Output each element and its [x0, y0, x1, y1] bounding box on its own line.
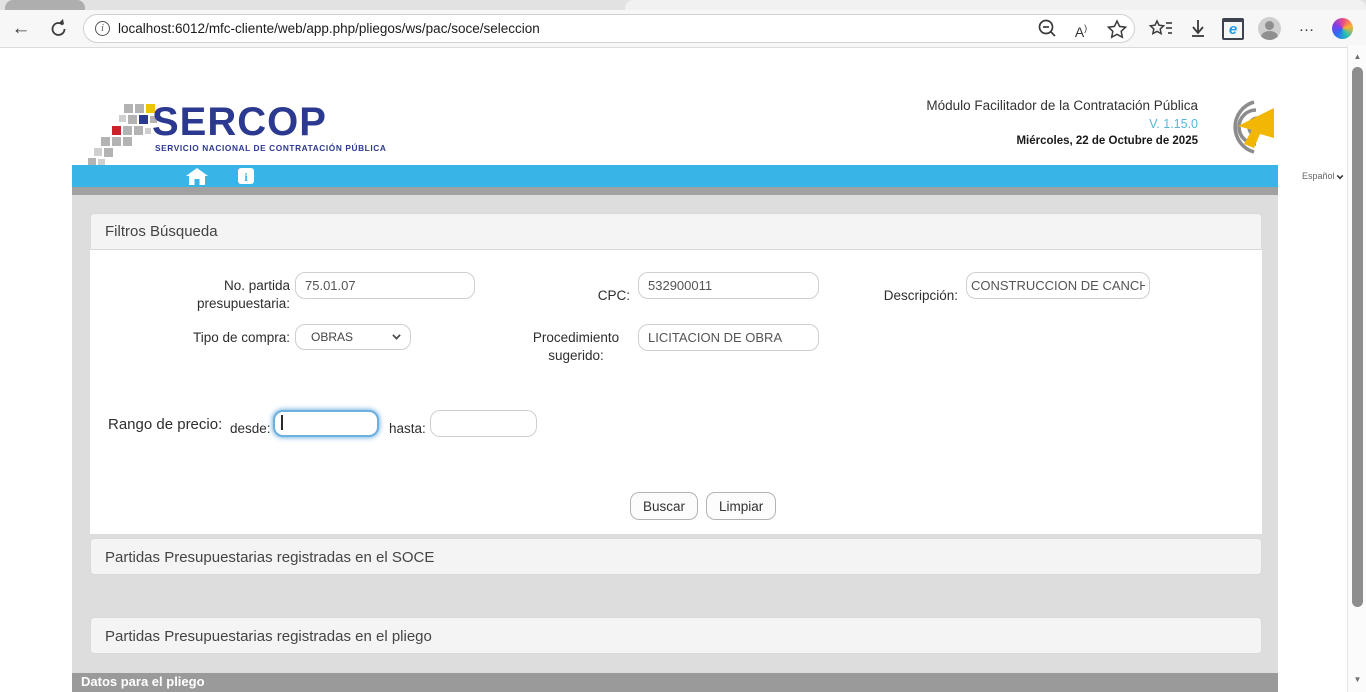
procedimiento-label: Procedimiento sugerido: [520, 329, 632, 365]
ie-mode-icon[interactable]: e [1222, 18, 1244, 40]
desde-wrap [273, 410, 379, 437]
address-bar[interactable]: i localhost:6012/mfc-cliente/web/app.php… [83, 14, 1135, 43]
module-header-text: Módulo Facilitador de la Contratación Pú… [848, 98, 1198, 147]
tipo-compra-value: OBRAS [311, 330, 353, 344]
module-title: Módulo Facilitador de la Contratación Pú… [848, 98, 1198, 113]
hasta-label: hasta: [389, 420, 426, 438]
browser-toolbar: ← i localhost:6012/mfc-cliente/web/app.p… [0, 10, 1366, 48]
scroll-thumb[interactable] [1352, 67, 1363, 607]
partida-label: No. partida presupuestaria: [180, 277, 290, 313]
home-button[interactable] [186, 168, 210, 185]
section-soce-header[interactable]: Partidas Presupuestarias registradas en … [90, 538, 1262, 575]
back-button[interactable]: ← [8, 10, 34, 48]
chevron-down-icon [392, 331, 400, 339]
sercop-wordmark: SERCOP [152, 100, 327, 145]
profile-avatar[interactable] [1258, 17, 1281, 40]
page-info-icon[interactable]: i [95, 21, 110, 36]
filtros-header: Filtros Búsqueda [90, 213, 1262, 250]
limpiar-button[interactable]: Limpiar [706, 492, 776, 520]
info-button[interactable]: i [238, 168, 254, 184]
home-icon [186, 168, 208, 185]
tab-strip-highlight [625, 0, 1366, 10]
download-icon[interactable] [1183, 10, 1213, 48]
datos-pliego-bar: Datos para el pliego [72, 673, 1278, 692]
browser-window: ← i localhost:6012/mfc-cliente/web/app.p… [0, 0, 1366, 692]
cpc-label: CPC: [540, 287, 630, 305]
url-text[interactable]: localhost:6012/mfc-cliente/web/app.php/p… [118, 21, 540, 36]
chevron-down-icon [1337, 173, 1344, 180]
main-nav-bar: i Español [72, 165, 1278, 187]
tipo-compra-label: Tipo de compra: [180, 329, 290, 347]
scroll-down-button[interactable]: ▼ [1348, 672, 1366, 688]
web-page: SERCOP SERVICIO NACIONAL DE CONTRATACIÓN… [0, 48, 1347, 692]
language-select[interactable]: Español [1293, 169, 1349, 183]
desde-input[interactable] [273, 410, 379, 437]
sercop-subtitle: SERVICIO NACIONAL DE CONTRATACIÓN PÚBLIC… [155, 143, 386, 153]
buscar-button[interactable]: Buscar [630, 492, 698, 520]
desde-label: desde: [230, 420, 271, 438]
cpc-input[interactable] [638, 272, 819, 299]
copilot-icon[interactable] [1332, 18, 1353, 39]
hasta-input[interactable] [430, 410, 537, 437]
nav-shadow-strip [72, 187, 1278, 195]
language-value: Español [1302, 171, 1335, 181]
descripcion-label: Descripción: [868, 287, 958, 305]
favorites-bar-icon[interactable] [1146, 10, 1176, 48]
partida-input[interactable] [295, 272, 475, 299]
reload-button[interactable] [44, 10, 74, 48]
bookmark-star-icon[interactable] [1102, 15, 1132, 43]
date-label: Miércoles, 22 de Octubre de 2025 [848, 135, 1198, 147]
read-aloud-icon[interactable]: A) [1066, 15, 1096, 43]
more-options-button[interactable]: … [1294, 10, 1320, 48]
zoom-out-icon[interactable] [1032, 15, 1062, 43]
scroll-up-button[interactable]: ▲ [1348, 49, 1366, 65]
descripcion-input[interactable] [966, 272, 1150, 299]
tab-strip [0, 0, 1366, 10]
text-caret [281, 415, 283, 430]
browser-tab[interactable] [5, 0, 85, 10]
procedimiento-input[interactable] [638, 324, 819, 351]
rango-precio-label: Rango de precio: [108, 416, 222, 434]
vertical-scrollbar[interactable]: ▲ ▼ [1347, 45, 1366, 692]
info-icon: i [244, 170, 247, 184]
tipo-compra-select[interactable]: OBRAS [295, 324, 411, 350]
version-label: V. 1.15.0 [848, 117, 1198, 131]
section-pliego-header[interactable]: Partidas Presupuestarias registradas en … [90, 617, 1262, 654]
sercop-emblem-icon [1198, 96, 1280, 156]
